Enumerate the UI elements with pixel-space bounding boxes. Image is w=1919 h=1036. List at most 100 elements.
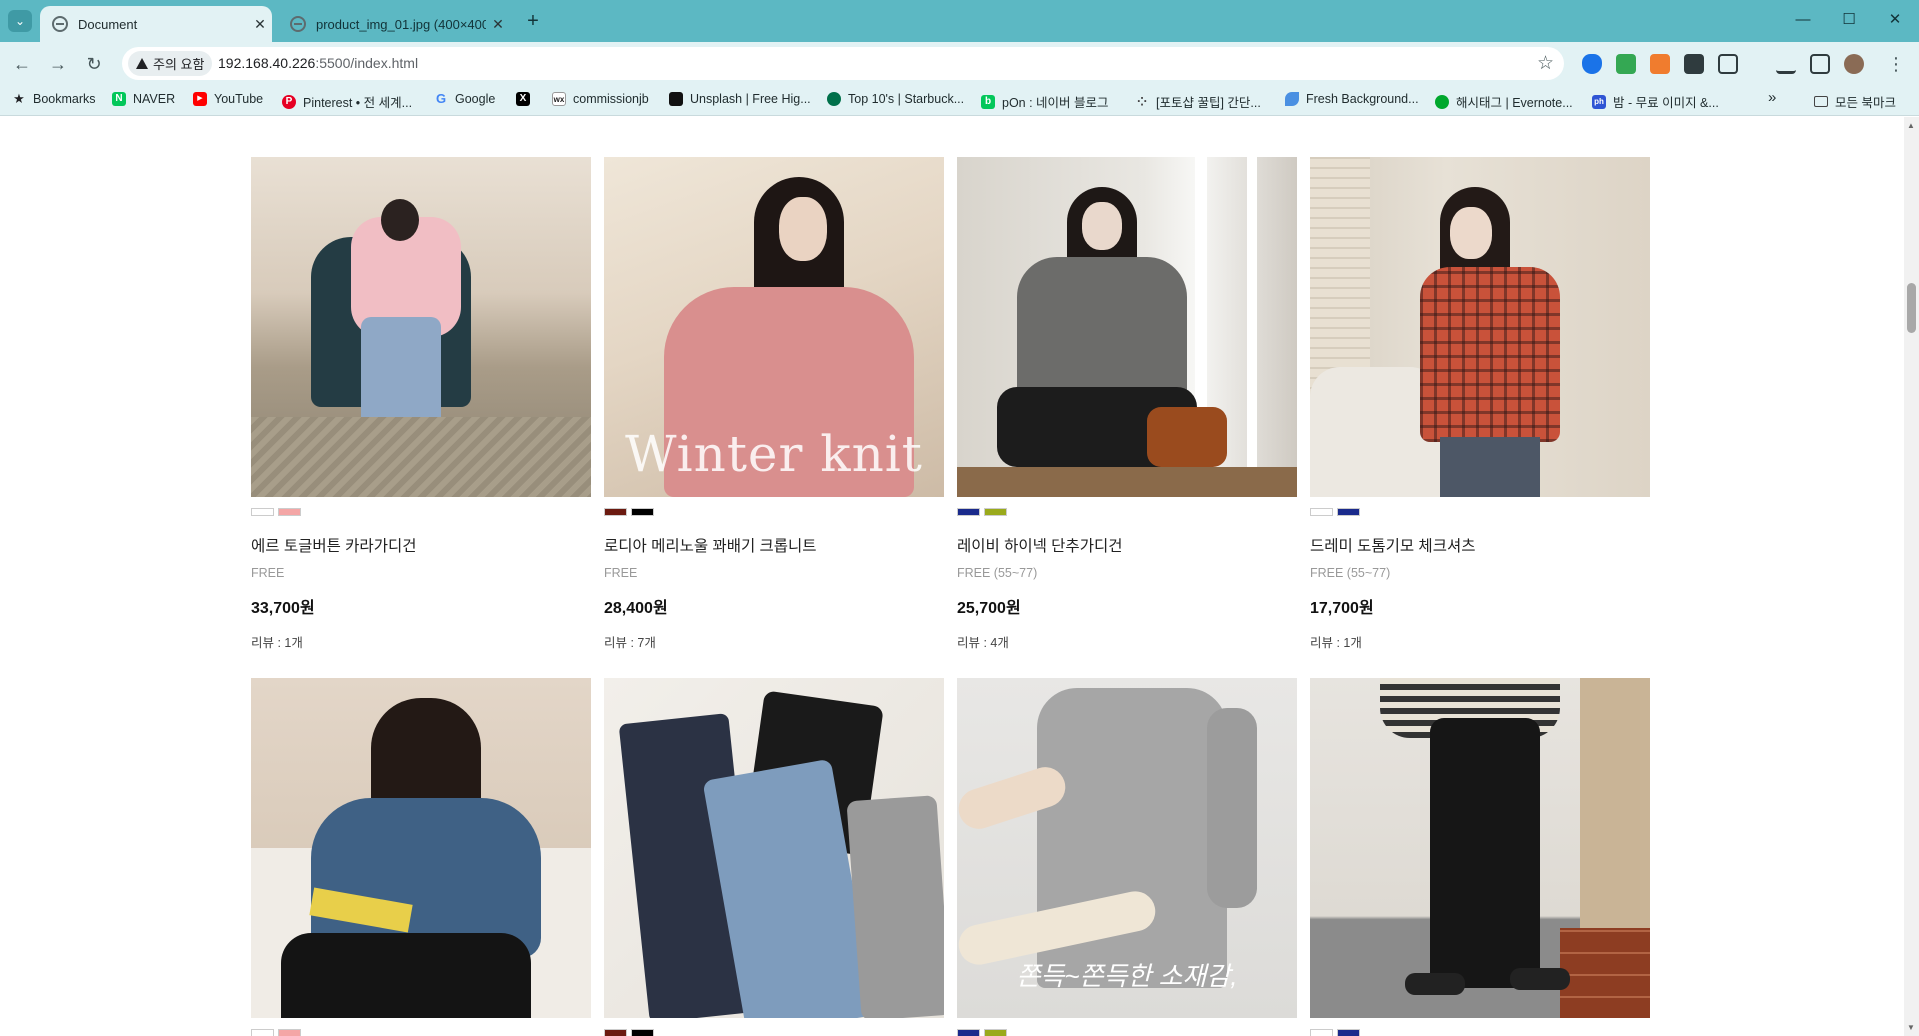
url-text[interactable]: 192.168.40.226:5500/index.html xyxy=(218,55,418,71)
product-card[interactable]: 레이비 하이넥 단추가디건 FREE (55~77) 25,700원 리뷰 : … xyxy=(957,157,1297,651)
product-size: FREE (55~77) xyxy=(957,566,1038,580)
tab-document[interactable]: Document ✕ xyxy=(40,6,272,42)
forward-button[interactable]: → xyxy=(44,50,72,78)
new-tab-button[interactable]: + xyxy=(520,8,546,34)
address-bar[interactable]: 주의 요함 192.168.40.226:5500/index.html ☆ xyxy=(122,47,1564,80)
bookmark-item-photoshop-tips[interactable]: ⁘ [포토샵 꿀팁] 간단... xyxy=(1135,92,1261,111)
bookmark-label: 해시태그 | Evernote... xyxy=(1456,96,1573,110)
bookmark-label: Fresh Background... xyxy=(1306,92,1419,106)
product-reviews: 리뷰 : 1개 xyxy=(1310,636,1362,650)
product-name[interactable]: 로디아 메리노울 꽈배기 크롭니트 xyxy=(604,534,944,556)
bookmark-item-naver[interactable]: N NAVER xyxy=(112,92,175,106)
product-name[interactable]: 레이비 하이넥 단추가디건 xyxy=(957,534,1297,556)
color-swatch[interactable] xyxy=(604,508,627,516)
product-card[interactable] xyxy=(1310,678,1650,1036)
bookmark-label: commissionjb xyxy=(573,92,649,106)
bookmark-item-free-image[interactable]: ph 밤 - 무료 이미지 &... xyxy=(1592,92,1719,111)
product-card[interactable]: 쫀득~쫀득한 소재감, xyxy=(957,678,1297,1036)
rx-extension-icon[interactable] xyxy=(1650,54,1670,74)
bookmarks-overflow-button[interactable]: » xyxy=(1768,89,1776,106)
security-chip[interactable]: 주의 요함 xyxy=(128,51,213,76)
color-swatch[interactable] xyxy=(984,1029,1007,1036)
page-scrollbar[interactable]: ▲ ▼ xyxy=(1904,117,1919,1036)
product-card[interactable]: 드레미 도톰기모 체크셔츠 FREE (55~77) 17,700원 리뷰 : … xyxy=(1310,157,1650,651)
close-tab-icon[interactable]: ✕ xyxy=(248,16,272,33)
side-panel-icon[interactable] xyxy=(1810,54,1830,74)
bookmark-star-icon[interactable]: ☆ xyxy=(1537,52,1554,75)
puzzle-extensions-icon[interactable] xyxy=(1718,54,1738,74)
product-name[interactable]: 에르 토글버튼 카라가디건 xyxy=(251,534,591,556)
close-tab-icon[interactable]: ✕ xyxy=(486,16,510,33)
close-window-button[interactable]: ✕ xyxy=(1872,0,1918,42)
color-swatch[interactable] xyxy=(984,508,1007,516)
color-swatch[interactable] xyxy=(251,1029,274,1036)
bookmark-item-commissionjb[interactable]: wx commissionjb xyxy=(552,92,649,106)
color-swatch[interactable] xyxy=(1310,508,1333,516)
shield-extension-icon[interactable] xyxy=(1582,54,1602,74)
url-path: :5500/index.html xyxy=(315,55,419,71)
color-swatch[interactable] xyxy=(631,508,654,516)
bookmark-item-x[interactable]: X xyxy=(516,92,537,106)
scrollbar-thumb[interactable] xyxy=(1907,283,1916,333)
pen-extension-icon[interactable] xyxy=(1684,54,1704,74)
color-swatch[interactable] xyxy=(251,508,274,516)
product-image-black-pants[interactable] xyxy=(1310,678,1650,1018)
product-image-gray-cardigan[interactable] xyxy=(957,157,1297,497)
bookmark-item-evernote[interactable]: 해시태그 | Evernote... xyxy=(1435,92,1573,111)
product-card[interactable]: 에르 토글버튼 카라가디건 FREE 33,700원 리뷰 : 1개 xyxy=(251,157,591,651)
bookmark-item-youtube[interactable]: ▶ YouTube xyxy=(193,92,263,106)
color-swatch[interactable] xyxy=(278,508,301,516)
minimize-button[interactable]: — xyxy=(1780,0,1826,42)
color-swatch[interactable] xyxy=(604,1029,627,1036)
bookmark-item-google[interactable]: G Google xyxy=(434,92,495,107)
tab-title: product_img_01.jpg (400×400) xyxy=(316,16,486,32)
color-swatch[interactable] xyxy=(1337,1029,1360,1036)
profile-avatar[interactable] xyxy=(1844,54,1864,74)
bookmark-item-unsplash[interactable]: Unsplash | Free Hig... xyxy=(669,92,811,106)
bookmark-label: YouTube xyxy=(214,92,264,106)
tab-search-button[interactable]: ⌄ xyxy=(8,10,32,32)
product-image-pink-cardigan[interactable] xyxy=(251,157,591,497)
product-card[interactable] xyxy=(604,678,944,1036)
color-swatch[interactable] xyxy=(1310,1029,1333,1036)
color-swatches xyxy=(1310,1029,1650,1036)
unsplash-icon xyxy=(669,92,683,106)
bookmark-item-bookmarks[interactable]: ★ Bookmarks xyxy=(12,92,95,107)
bookmark-item-starbucks[interactable]: Top 10's | Starbuck... xyxy=(827,92,964,106)
tab-product-image[interactable]: product_img_01.jpg (400×400) ✕ xyxy=(278,6,510,42)
bookmark-item-fresh-background[interactable]: Fresh Background... xyxy=(1285,92,1419,106)
color-swatch[interactable] xyxy=(278,1029,301,1036)
blog-icon: b xyxy=(981,94,995,109)
maximize-button[interactable]: ☐ xyxy=(1826,0,1872,42)
scroll-up-icon[interactable]: ▲ xyxy=(1907,121,1915,130)
page-viewport: 에르 토글버튼 카라가디건 FREE 33,700원 리뷰 : 1개 Winte… xyxy=(0,117,1904,1036)
bookmark-label: Top 10's | Starbuck... xyxy=(848,92,965,106)
product-image-check-shirt[interactable] xyxy=(1310,157,1650,497)
back-button[interactable]: ← xyxy=(8,50,36,78)
naver-icon: N xyxy=(112,92,126,106)
download-icon[interactable] xyxy=(1776,54,1796,74)
color-swatch[interactable] xyxy=(1337,508,1360,516)
menu-kebab-icon[interactable]: ⋮ xyxy=(1882,50,1910,78)
color-swatches xyxy=(604,508,944,516)
folder-icon xyxy=(1814,96,1828,107)
product-image-gray-tee[interactable]: 쫀득~쫀득한 소재감, xyxy=(957,678,1297,1018)
product-card[interactable]: Winter knit 로디아 메리노울 꽈배기 크롭니트 FREE 28,40… xyxy=(604,157,944,651)
product-price: 28,400원 xyxy=(604,600,668,617)
bookmark-item-pon-blog[interactable]: b pOn : 네이버 블로그 xyxy=(981,92,1109,111)
product-image-denim-jeans[interactable] xyxy=(604,678,944,1018)
color-swatch[interactable] xyxy=(957,508,980,516)
chat-extension-icon[interactable] xyxy=(1616,54,1636,74)
product-image-blue-sweater[interactable] xyxy=(251,678,591,1018)
reload-button[interactable]: ↻ xyxy=(80,50,108,78)
scroll-down-icon[interactable]: ▼ xyxy=(1907,1023,1915,1032)
product-size: FREE xyxy=(251,566,285,580)
color-swatch[interactable] xyxy=(631,1029,654,1036)
color-swatch[interactable] xyxy=(957,1029,980,1036)
bookmark-item-pinterest[interactable]: P Pinterest • 전 세계... xyxy=(282,92,412,111)
product-name[interactable]: 드레미 도톰기모 체크셔츠 xyxy=(1310,534,1650,556)
winter-knit-overlay-text: Winter knit xyxy=(625,425,923,483)
product-card[interactable] xyxy=(251,678,591,1036)
all-bookmarks-folder[interactable]: 모든 북마크 xyxy=(1814,92,1896,111)
product-image-winter-knit[interactable]: Winter knit xyxy=(604,157,944,497)
